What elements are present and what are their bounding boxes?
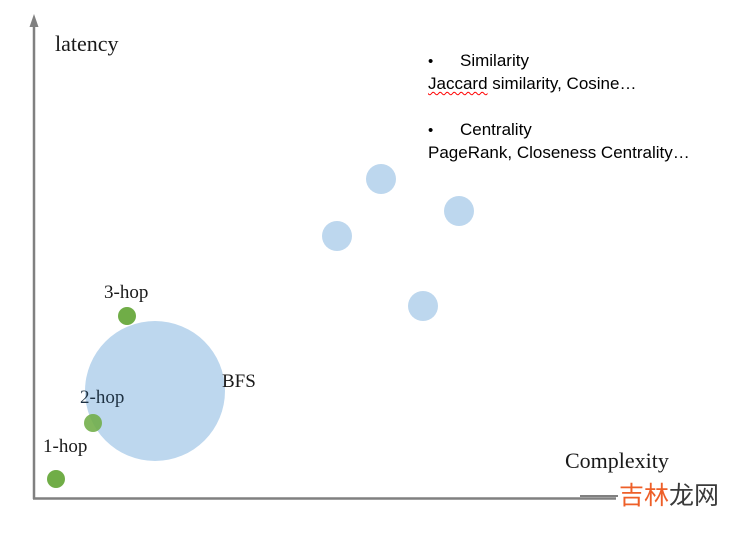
bubble-algorithm-left[interactable]	[322, 221, 352, 251]
y-axis-label: latency	[55, 31, 119, 56]
chart-canvas: latency Complexity 3-hop 2-hop 1-hop BFS…	[0, 0, 751, 539]
misspelled-word: Jaccard	[428, 73, 488, 93]
legend-group-centrality: • Centrality PageRank, Closeness Central…	[428, 119, 728, 164]
y-axis-arrowhead	[29, 14, 39, 27]
x-axis-label: Complexity	[565, 448, 669, 473]
legend-desc-centrality-rest: PageRank, Closeness Centrality…	[428, 142, 690, 162]
bubble-2-hop[interactable]	[84, 414, 102, 432]
watermark-orange-text: 吉林	[619, 481, 670, 510]
label-1-hop: 1-hop	[43, 436, 88, 457]
bubble-algorithm-top[interactable]	[366, 164, 396, 194]
label-bfs: BFS	[222, 371, 256, 392]
label-2-hop: 2-hop	[80, 387, 125, 408]
watermark-gray-text: 龙网	[669, 481, 720, 510]
legend-group-similarity: • Similarity Jaccard similarity, Cosine…	[428, 50, 728, 95]
bubble-algorithm-right[interactable]	[444, 196, 474, 226]
legend-head-centrality: • Centrality	[428, 119, 728, 141]
bullet-icon: •	[428, 121, 434, 139]
legend: • Similarity Jaccard similarity, Cosine……	[428, 50, 728, 182]
legend-title-similarity: Similarity	[460, 51, 529, 70]
bullet-icon: •	[428, 53, 434, 70]
legend-head-similarity: • Similarity	[428, 50, 728, 72]
legend-desc-centrality: PageRank, Closeness Centrality…	[428, 142, 728, 164]
watermark-dash-icon	[580, 494, 618, 497]
label-3-hop: 3-hop	[104, 282, 149, 303]
legend-title-centrality: Centrality	[460, 119, 532, 139]
legend-desc-similarity-rest: similarity, Cosine…	[487, 73, 637, 93]
bubble-1-hop[interactable]	[47, 470, 65, 488]
bubble-3-hop[interactable]	[118, 307, 136, 325]
watermark: 吉林 龙网	[580, 483, 719, 508]
bubble-algorithm-bottom[interactable]	[408, 291, 438, 321]
legend-desc-similarity: Jaccard similarity, Cosine…	[428, 73, 728, 95]
